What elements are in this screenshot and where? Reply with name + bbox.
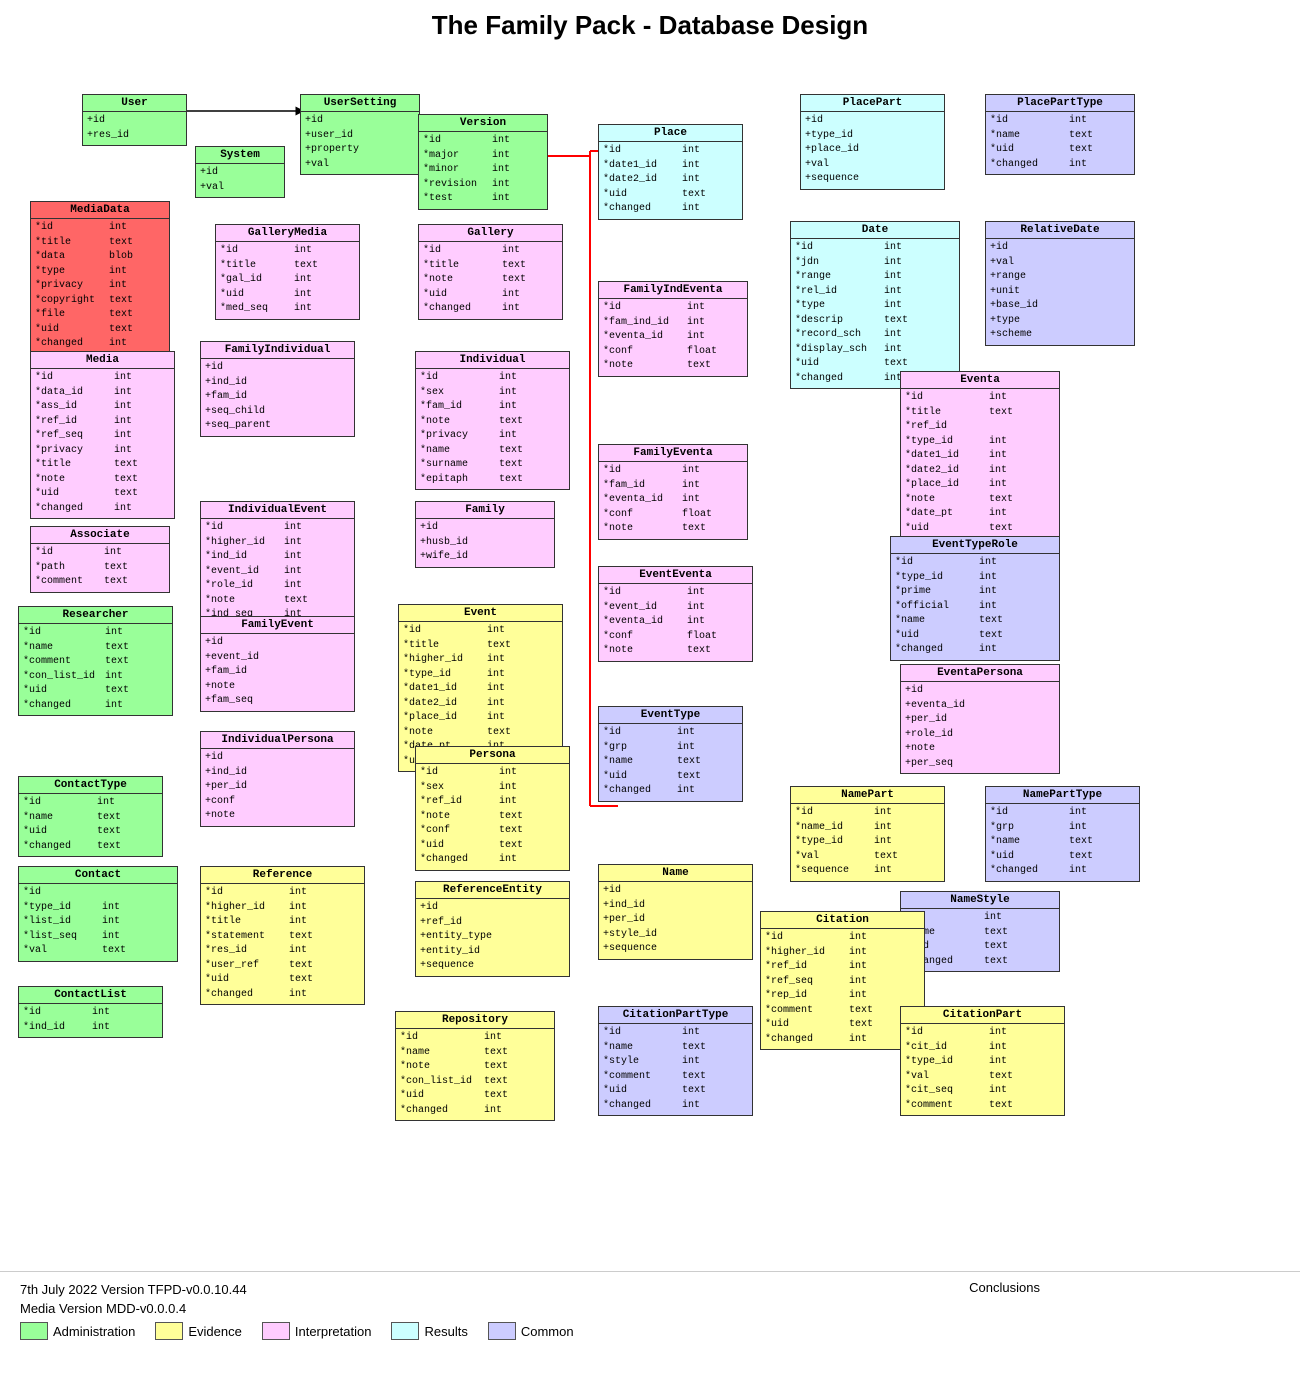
legend-interpretation-label: Interpretation	[295, 1324, 372, 1339]
table-mediadata: MediaData *idint *titletext *datablob *t…	[30, 201, 170, 355]
legend-common-label: Common	[521, 1324, 574, 1339]
table-researcher: Researcher *idint *nametext *commenttext…	[18, 606, 173, 716]
table-date: Date *idint *jdnint *rangeint *rel_idint…	[790, 221, 960, 389]
table-referenceentity: ReferenceEntity +id +ref_id +entity_type…	[415, 881, 570, 977]
version-info: 7th July 2022 Version TFPD-v0.0.10.44	[20, 1282, 1280, 1297]
table-namepart: NamePart *idint *name_idint *type_idint …	[790, 786, 945, 882]
table-citationparttype: CitationPartType *idint *nametext *style…	[598, 1006, 753, 1116]
table-placeparttype: PlacePartType *idint *nametext *uidtext …	[985, 94, 1135, 175]
table-family: Family +id +husb_id +wife_id	[415, 501, 555, 568]
table-repository: Repository *idint *nametext *notetext *c…	[395, 1011, 555, 1121]
table-familyeventa: FamilyEventa *idint *fam_idint *eventa_i…	[598, 444, 748, 540]
legend-interpretation: Interpretation	[262, 1322, 372, 1340]
legend-evidence-box	[155, 1322, 183, 1340]
table-eventapersona: EventaPersona +id +eventa_id +per_id +ro…	[900, 664, 1060, 774]
table-relativedate: RelativeDate +id +val +range +unit +base…	[985, 221, 1135, 346]
legend-common: Common	[488, 1322, 574, 1340]
table-user: User +id +res_id	[82, 94, 187, 146]
table-familyindividual: FamilyIndividual +id +ind_id +fam_id +se…	[200, 341, 355, 437]
table-eventa: Eventa *idint *titletext *ref_id *type_i…	[900, 371, 1060, 554]
table-familyevent: FamilyEvent +id +event_id +fam_id +note …	[200, 616, 355, 712]
table-individualevent: IndividualEvent *idint *higher_idint *in…	[200, 501, 355, 626]
table-individual: Individual *idint *sexint *fam_idint *no…	[415, 351, 570, 490]
table-eventeventa: EventEventa *idint *event_idint *eventa_…	[598, 566, 753, 662]
table-persona: Persona *idint *sexint *ref_idint *notet…	[415, 746, 570, 871]
table-place: Place *idint *date1_idint *date2_idint *…	[598, 124, 743, 220]
table-contactlist: ContactList *idint *ind_idint	[18, 986, 163, 1038]
legend: Administration Evidence Interpretation R…	[20, 1322, 574, 1340]
table-gallerymedia: GalleryMedia *idint *titletext *gal_idin…	[215, 224, 360, 320]
table-media: Media *idint *data_idint *ass_idint *ref…	[30, 351, 175, 519]
table-gallery: Gallery *idint *titletext *notetext *uid…	[418, 224, 563, 320]
legend-admin-label: Administration	[53, 1324, 135, 1339]
table-eventtype: EventType *idint *grpint *nametext *uidt…	[598, 706, 743, 802]
table-placepart: PlacePart +id +type_id +place_id +val +s…	[800, 94, 945, 190]
table-eventtyperole: EventTypeRole *idint *type_idint *primei…	[890, 536, 1060, 661]
table-familyindeventa: FamilyIndEventa *idint *fam_ind_idint *e…	[598, 281, 748, 377]
table-version: Version *idint *majorint *minorint *revi…	[418, 114, 548, 210]
media-version: Media Version MDD-v0.0.0.4	[20, 1301, 1280, 1316]
table-contact: Contact *id *type_idint *list_idint *lis…	[18, 866, 178, 962]
conclusions-label: Conclusions	[969, 1280, 1040, 1295]
page-title: The Family Pack - Database Design	[0, 0, 1300, 46]
legend-results-box	[391, 1322, 419, 1340]
table-individualpersona: IndividualPersona +id +ind_id +per_id +c…	[200, 731, 355, 827]
table-contacttype: ContactType *idint *nametext *uidtext *c…	[18, 776, 163, 857]
footer: 7th July 2022 Version TFPD-v0.0.10.44 Me…	[0, 1271, 1300, 1391]
table-citationpart: CitationPart *idint *cit_idint *type_idi…	[900, 1006, 1065, 1116]
table-usersetting: UserSetting +id +user_id +property +val	[300, 94, 420, 175]
legend-results-label: Results	[424, 1324, 467, 1339]
legend-interpretation-box	[262, 1322, 290, 1340]
diagram-area: User +id +res_id System +id +val UserSet…	[0, 46, 1300, 1266]
table-nameparttype: NamePartType *idint *grpint *nametext *u…	[985, 786, 1140, 882]
table-reference: Reference *idint *higher_idint *titleint…	[200, 866, 365, 1005]
legend-admin-box	[20, 1322, 48, 1340]
table-name: Name +id +ind_id +per_id +style_id +sequ…	[598, 864, 753, 960]
legend-results: Results	[391, 1322, 467, 1340]
legend-evidence: Evidence	[155, 1322, 241, 1340]
legend-evidence-label: Evidence	[188, 1324, 241, 1339]
legend-common-box	[488, 1322, 516, 1340]
table-associate: Associate *idint *pathtext *commenttext	[30, 526, 170, 593]
legend-admin: Administration	[20, 1322, 135, 1340]
table-system: System +id +val	[195, 146, 285, 198]
